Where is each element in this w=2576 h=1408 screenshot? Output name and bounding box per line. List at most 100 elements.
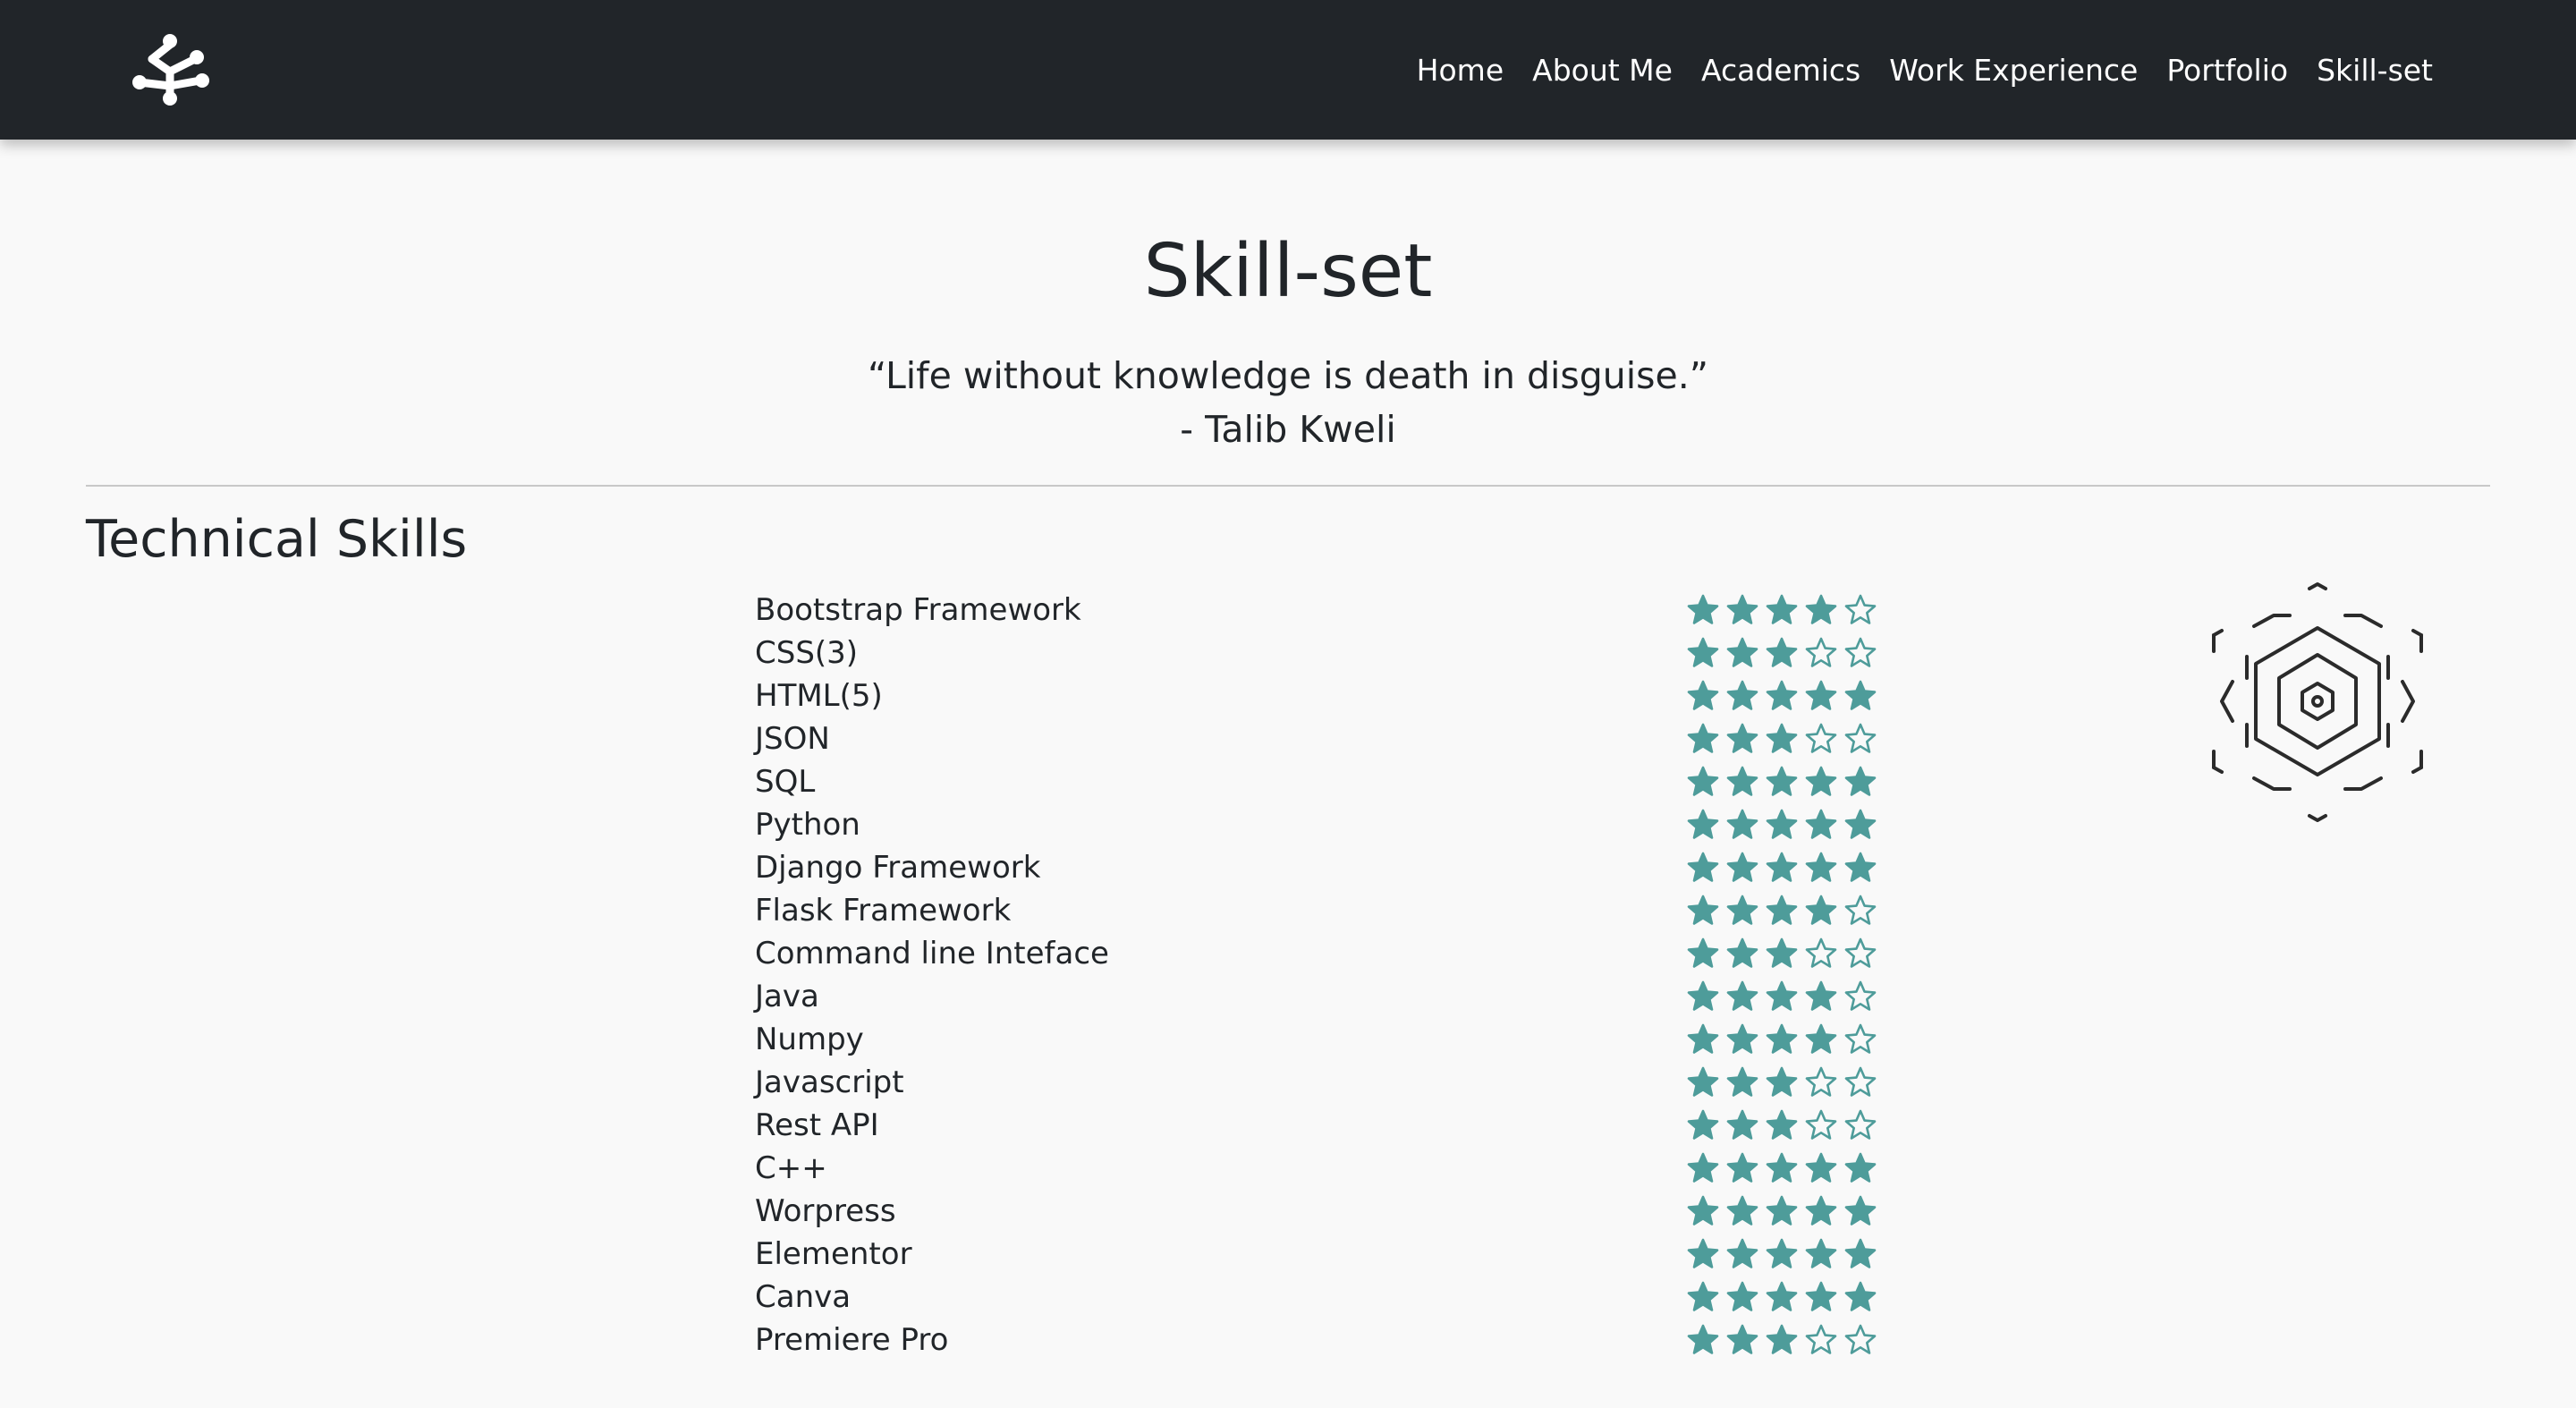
nav-work-experience-link[interactable]: Work Experience (1889, 53, 2138, 88)
star-filled-icon (1726, 766, 1758, 796)
star-filled-icon (1844, 1152, 1877, 1183)
skill-rating (1687, 723, 1877, 755)
star-filled-icon (1766, 895, 1798, 925)
navbar: Home About Me Academics Work Experience … (0, 0, 2576, 140)
nav-home-link[interactable]: Home (1417, 53, 1504, 88)
star-filled-icon (1766, 1238, 1798, 1268)
skill-rating (1687, 1152, 1877, 1184)
star-empty-icon (1844, 980, 1877, 1011)
skill-row: Numpy (755, 1018, 1918, 1061)
star-filled-icon (1766, 723, 1798, 753)
star-empty-icon (1844, 1324, 1877, 1354)
skill-rating (1687, 1023, 1877, 1056)
star-filled-icon (1726, 852, 1758, 882)
star-empty-icon (1805, 1109, 1837, 1140)
star-filled-icon (1766, 1281, 1798, 1311)
star-filled-icon (1726, 937, 1758, 968)
star-filled-icon (1766, 680, 1798, 710)
star-filled-icon (1687, 895, 1719, 925)
skill-row: SQL (755, 760, 1918, 803)
skill-rating (1687, 852, 1877, 884)
skill-rating (1687, 1238, 1877, 1270)
star-empty-icon (1844, 723, 1877, 753)
star-filled-icon (1844, 680, 1877, 710)
nav-academics-link[interactable]: Academics (1701, 53, 1860, 88)
skill-name: Elementor (755, 1236, 912, 1272)
skill-name: SQL (755, 764, 816, 800)
star-filled-icon (1805, 766, 1837, 796)
star-filled-icon (1726, 895, 1758, 925)
star-filled-icon (1844, 852, 1877, 882)
skill-name: C++ (755, 1150, 827, 1186)
star-filled-icon (1687, 680, 1719, 710)
star-filled-icon (1766, 1152, 1798, 1183)
star-filled-icon (1805, 809, 1837, 839)
star-filled-icon (1726, 680, 1758, 710)
star-filled-icon (1805, 1281, 1837, 1311)
star-filled-icon (1687, 852, 1719, 882)
star-filled-icon (1766, 766, 1798, 796)
star-empty-icon (1844, 895, 1877, 925)
nav-skill-set-link[interactable]: Skill-set (2317, 53, 2433, 88)
skill-row: Canva (755, 1276, 1918, 1319)
star-filled-icon (1726, 1238, 1758, 1268)
star-filled-icon (1766, 1066, 1798, 1097)
star-filled-icon (1726, 1324, 1758, 1354)
skill-row: Flask Framework (755, 889, 1918, 932)
star-filled-icon (1844, 766, 1877, 796)
skill-name: Command line Inteface (755, 936, 1109, 971)
network-graph-icon[interactable] (131, 30, 211, 111)
skill-rating (1687, 809, 1877, 841)
section-divider (86, 485, 2490, 487)
skill-row: Bootstrap Framework (755, 589, 1918, 632)
star-filled-icon (1726, 1281, 1758, 1311)
star-filled-icon (1844, 809, 1877, 839)
skill-name: Python (755, 807, 860, 843)
skill-rating (1687, 895, 1877, 927)
skill-rating (1687, 1066, 1877, 1098)
skill-name: CSS(3) (755, 635, 859, 671)
star-filled-icon (1766, 637, 1798, 667)
star-empty-icon (1844, 1109, 1877, 1140)
skill-row: Worpress (755, 1190, 1918, 1233)
skill-rating (1687, 680, 1877, 712)
star-filled-icon (1687, 809, 1719, 839)
star-empty-icon (1844, 594, 1877, 624)
skill-row: C++ (755, 1147, 1918, 1190)
star-filled-icon (1805, 594, 1837, 624)
star-filled-icon (1687, 1281, 1719, 1311)
skill-rating (1687, 1109, 1877, 1141)
star-filled-icon (1766, 1324, 1798, 1354)
star-filled-icon (1805, 1152, 1837, 1183)
star-filled-icon (1687, 980, 1719, 1011)
skill-name: Rest API (755, 1107, 879, 1143)
hexagon-emblem-icon (2212, 582, 2423, 822)
skill-row: HTML(5) (755, 674, 1918, 717)
skill-rating (1687, 980, 1877, 1013)
star-empty-icon (1844, 1023, 1877, 1054)
skill-rating (1687, 594, 1877, 626)
nav-about-link[interactable]: About Me (1532, 53, 1673, 88)
star-filled-icon (1844, 1195, 1877, 1226)
nav-portfolio-link[interactable]: Portfolio (2166, 53, 2288, 88)
star-filled-icon (1726, 1195, 1758, 1226)
star-filled-icon (1687, 1109, 1719, 1140)
skill-row: Django Framework (755, 846, 1918, 889)
star-filled-icon (1844, 1238, 1877, 1268)
skill-rating (1687, 637, 1877, 669)
skill-name: Bootstrap Framework (755, 592, 1081, 628)
skill-name: Canva (755, 1279, 852, 1315)
star-empty-icon (1805, 1324, 1837, 1354)
star-empty-icon (1805, 637, 1837, 667)
star-filled-icon (1726, 1066, 1758, 1097)
star-filled-icon (1805, 895, 1837, 925)
star-filled-icon (1805, 1195, 1837, 1226)
skill-row: Python (755, 803, 1918, 846)
skill-name: Premiere Pro (755, 1322, 949, 1358)
star-filled-icon (1687, 937, 1719, 968)
star-filled-icon (1687, 766, 1719, 796)
star-filled-icon (1766, 1023, 1798, 1054)
star-filled-icon (1766, 980, 1798, 1011)
star-filled-icon (1687, 637, 1719, 667)
star-filled-icon (1766, 594, 1798, 624)
